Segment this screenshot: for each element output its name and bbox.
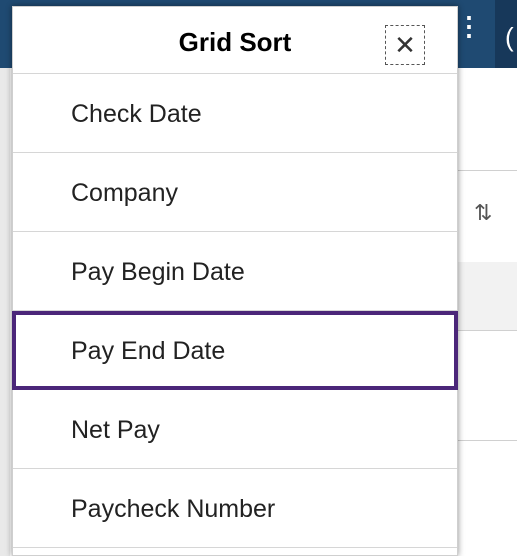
sort-option-label: Pay Begin Date <box>71 258 245 286</box>
grid-divider <box>450 170 517 171</box>
sort-option-check-date[interactable]: Check Date <box>13 74 457 153</box>
grid-divider <box>450 440 517 441</box>
close-icon: ✕ <box>394 30 416 60</box>
sort-options-list: Check Date Company Pay Begin Date Pay En… <box>12 74 458 548</box>
sort-option-company[interactable]: Company <box>13 153 457 232</box>
page-left-edge <box>0 68 10 556</box>
grid-cell <box>484 388 517 420</box>
grid-divider <box>450 330 517 331</box>
grid-cell <box>484 500 517 532</box>
sort-option-label: Net Pay <box>71 416 160 444</box>
grid-sort-popup: Grid Sort ✕ Check Date Company Pay Begin… <box>12 6 458 556</box>
header-partial-icon: ( <box>505 22 514 52</box>
sort-option-pay-begin-date[interactable]: Pay Begin Date <box>13 232 457 311</box>
sort-icon[interactable]: ⇅ <box>474 200 492 226</box>
sort-option-net-pay[interactable]: Net Pay <box>13 390 457 469</box>
sort-option-label: Check Date <box>71 100 202 128</box>
sort-option-label: Company <box>71 179 178 207</box>
sort-option-pay-end-date[interactable]: Pay End Date <box>12 311 458 390</box>
sort-option-label: Pay End Date <box>71 337 226 365</box>
sort-option-label: Paycheck Number <box>71 495 276 523</box>
popup-header: Grid Sort ✕ <box>13 7 457 74</box>
close-button[interactable]: ✕ <box>385 25 425 65</box>
sort-option-paycheck-number[interactable]: Paycheck Number <box>13 469 457 548</box>
grid-header-band <box>450 262 517 330</box>
